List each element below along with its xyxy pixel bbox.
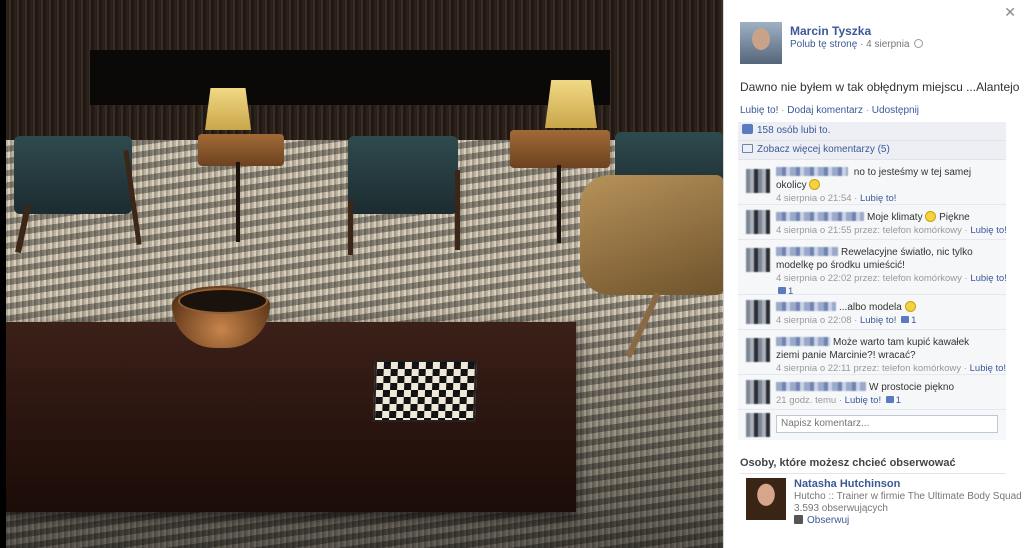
commenter-name[interactable] [776,382,866,391]
like-icon [885,396,894,403]
commenter-name[interactable] [776,247,838,256]
post-photo[interactable] [0,0,724,548]
like-button[interactable]: Lubię to! [740,105,778,116]
commenter-name[interactable] [776,302,836,311]
comment-item: ...albo modela 4 sierpnia o 22:08 · Lubi… [738,295,1006,330]
like-icon [901,316,910,323]
commenter-name[interactable] [776,167,848,176]
commenter-avatar[interactable] [746,338,770,362]
post-side-panel: ✕ Marcin Tyszka Polub tę stronę · 4 sier… [724,0,1024,548]
photo-window [90,50,610,105]
comment-like-button[interactable]: Lubię to! [860,315,896,326]
commenter-avatar[interactable] [746,169,770,193]
smiley-icon [809,179,821,190]
comment-item: Rewelacyjne światło, nic tylko modelkę p… [738,240,1007,297]
suggested-person-name[interactable]: Natasha Hutchinson [794,478,900,490]
comment-like-button[interactable]: Lubię to! [970,225,1006,236]
commenter-avatar[interactable] [746,380,770,404]
photo-chair-left [14,136,132,214]
comment-item: no to jesteśmy w tej samej okolicy 4 sie… [738,160,1006,205]
commenter-avatar[interactable] [746,248,770,272]
comment-icon [742,144,753,153]
globe-icon [914,39,924,48]
photo-table-leg [236,162,240,242]
current-user-avatar [746,413,770,437]
photo-side-table-left [198,134,284,166]
close-icon[interactable]: ✕ [1004,5,1016,19]
comment-text: Może warto tam kupić kawałek [833,337,970,348]
write-comment-row [738,410,1006,440]
comment-text-2: okolicy [776,180,807,191]
view-more-comments[interactable]: Zobacz więcej komentarzy (5) [738,141,1006,160]
photo-chair-center-leg2 [455,170,460,250]
comment-input[interactable] [776,415,998,433]
photo-chair-center-leg [348,200,353,255]
comment-meta: 4 sierpnia o 22:02 przez: telefon komórk… [776,273,1007,297]
share-button[interactable]: Udostępnij [872,105,919,116]
photo-lamp-right [545,80,597,128]
comment-like-count: 1 [911,315,917,326]
page-avatar[interactable] [740,22,782,64]
likes-summary[interactable]: 158 osób lubi to. [738,122,1006,141]
comment-meta: 4 sierpnia o 22:11 przez: telefon komórk… [776,363,1007,374]
commenter-name[interactable] [776,212,864,221]
follow-button[interactable]: Obserwuj [794,515,849,526]
photo-side-table-right [510,130,610,168]
commenter-name[interactable] [776,337,830,346]
like-page-link[interactable]: Polub tę stronę [790,39,857,50]
photo-table-leg2 [557,165,561,243]
comment-text-2: modelkę po środku umieścić! [776,260,905,271]
comment-meta: 4 sierpnia o 21:54 · Lubię to! [776,193,897,204]
comment-text: W prostocie piękno [869,382,955,393]
photo-lamp-left [205,88,251,130]
comment-item: W prostocie piękno 21 godz. temu · Lubię… [738,375,1006,410]
comment-like-button[interactable]: Lubię to! [860,193,896,204]
comment-text: ...albo modela [839,302,902,313]
rss-icon [794,515,803,524]
subline-separator: · [860,39,864,50]
comment-meta: 4 sierpnia o 21:55 przez: telefon komórk… [776,225,1007,236]
comment-item: Może warto tam kupić kawałek ziemi panie… [738,330,1006,375]
page-name-link[interactable]: Marcin Tyszka [790,24,871,38]
suggested-person-avatar[interactable] [746,478,786,520]
comment-text-2: Piękne [939,212,970,223]
comment-meta: 4 sierpnia o 22:08 · Lubię to! 1 [776,315,917,326]
comment-text-2: ziemi panie Marcinie?! wracać? [776,350,916,361]
like-icon [778,287,786,294]
smiley-icon [904,301,916,312]
comment-like-button[interactable]: Lubię to! [970,363,1006,374]
comment-like-button[interactable]: Lubię to! [970,273,1006,284]
photo-armchair [580,175,724,295]
comment-like-count: 1 [895,395,902,406]
comment-button[interactable]: Dodaj komentarz [787,105,863,116]
comment-text: Rewelacyjne światło, nic tylko [841,247,973,258]
commenter-avatar[interactable] [746,210,770,234]
smiley-icon [925,211,937,222]
post-actions: Lubię to! · Dodaj komentarz · Udostępnij [740,105,920,116]
post-text: Dawno nie byłem w tak obłędnym miejscu .… [740,80,1020,94]
suggested-person-followers: 3.593 obserwujących [794,503,888,514]
comment-item: Moje klimaty Piękne 4 sierpnia o 21:55 p… [738,205,1007,240]
commenter-avatar[interactable] [746,300,770,324]
comment-text: no to jesteśmy w tej samej [853,167,972,178]
like-icon [742,124,753,134]
photo-chair-center [348,136,458,214]
suggestions-divider [740,473,1006,474]
suggestions-title: Osoby, które możesz chcieć obserwować [740,457,956,469]
feedback-box: 158 osób lubi to. Zobacz więcej komentar… [738,122,1007,440]
comment-like-button[interactable]: Lubię to! [845,395,881,406]
comment-meta: 21 godz. temu · Lubię to! 1 [776,395,902,406]
suggested-person-description: Hutcho :: Trainer w firmie The Ultimate … [794,491,1022,502]
photo-coffee-table [6,322,576,512]
comment-text: Moje klimaty [867,212,923,223]
photo-chessboard [372,360,478,422]
post-date[interactable]: 4 sierpnia [866,39,909,50]
page-subline: Polub tę stronę · 4 sierpnia [790,39,924,50]
